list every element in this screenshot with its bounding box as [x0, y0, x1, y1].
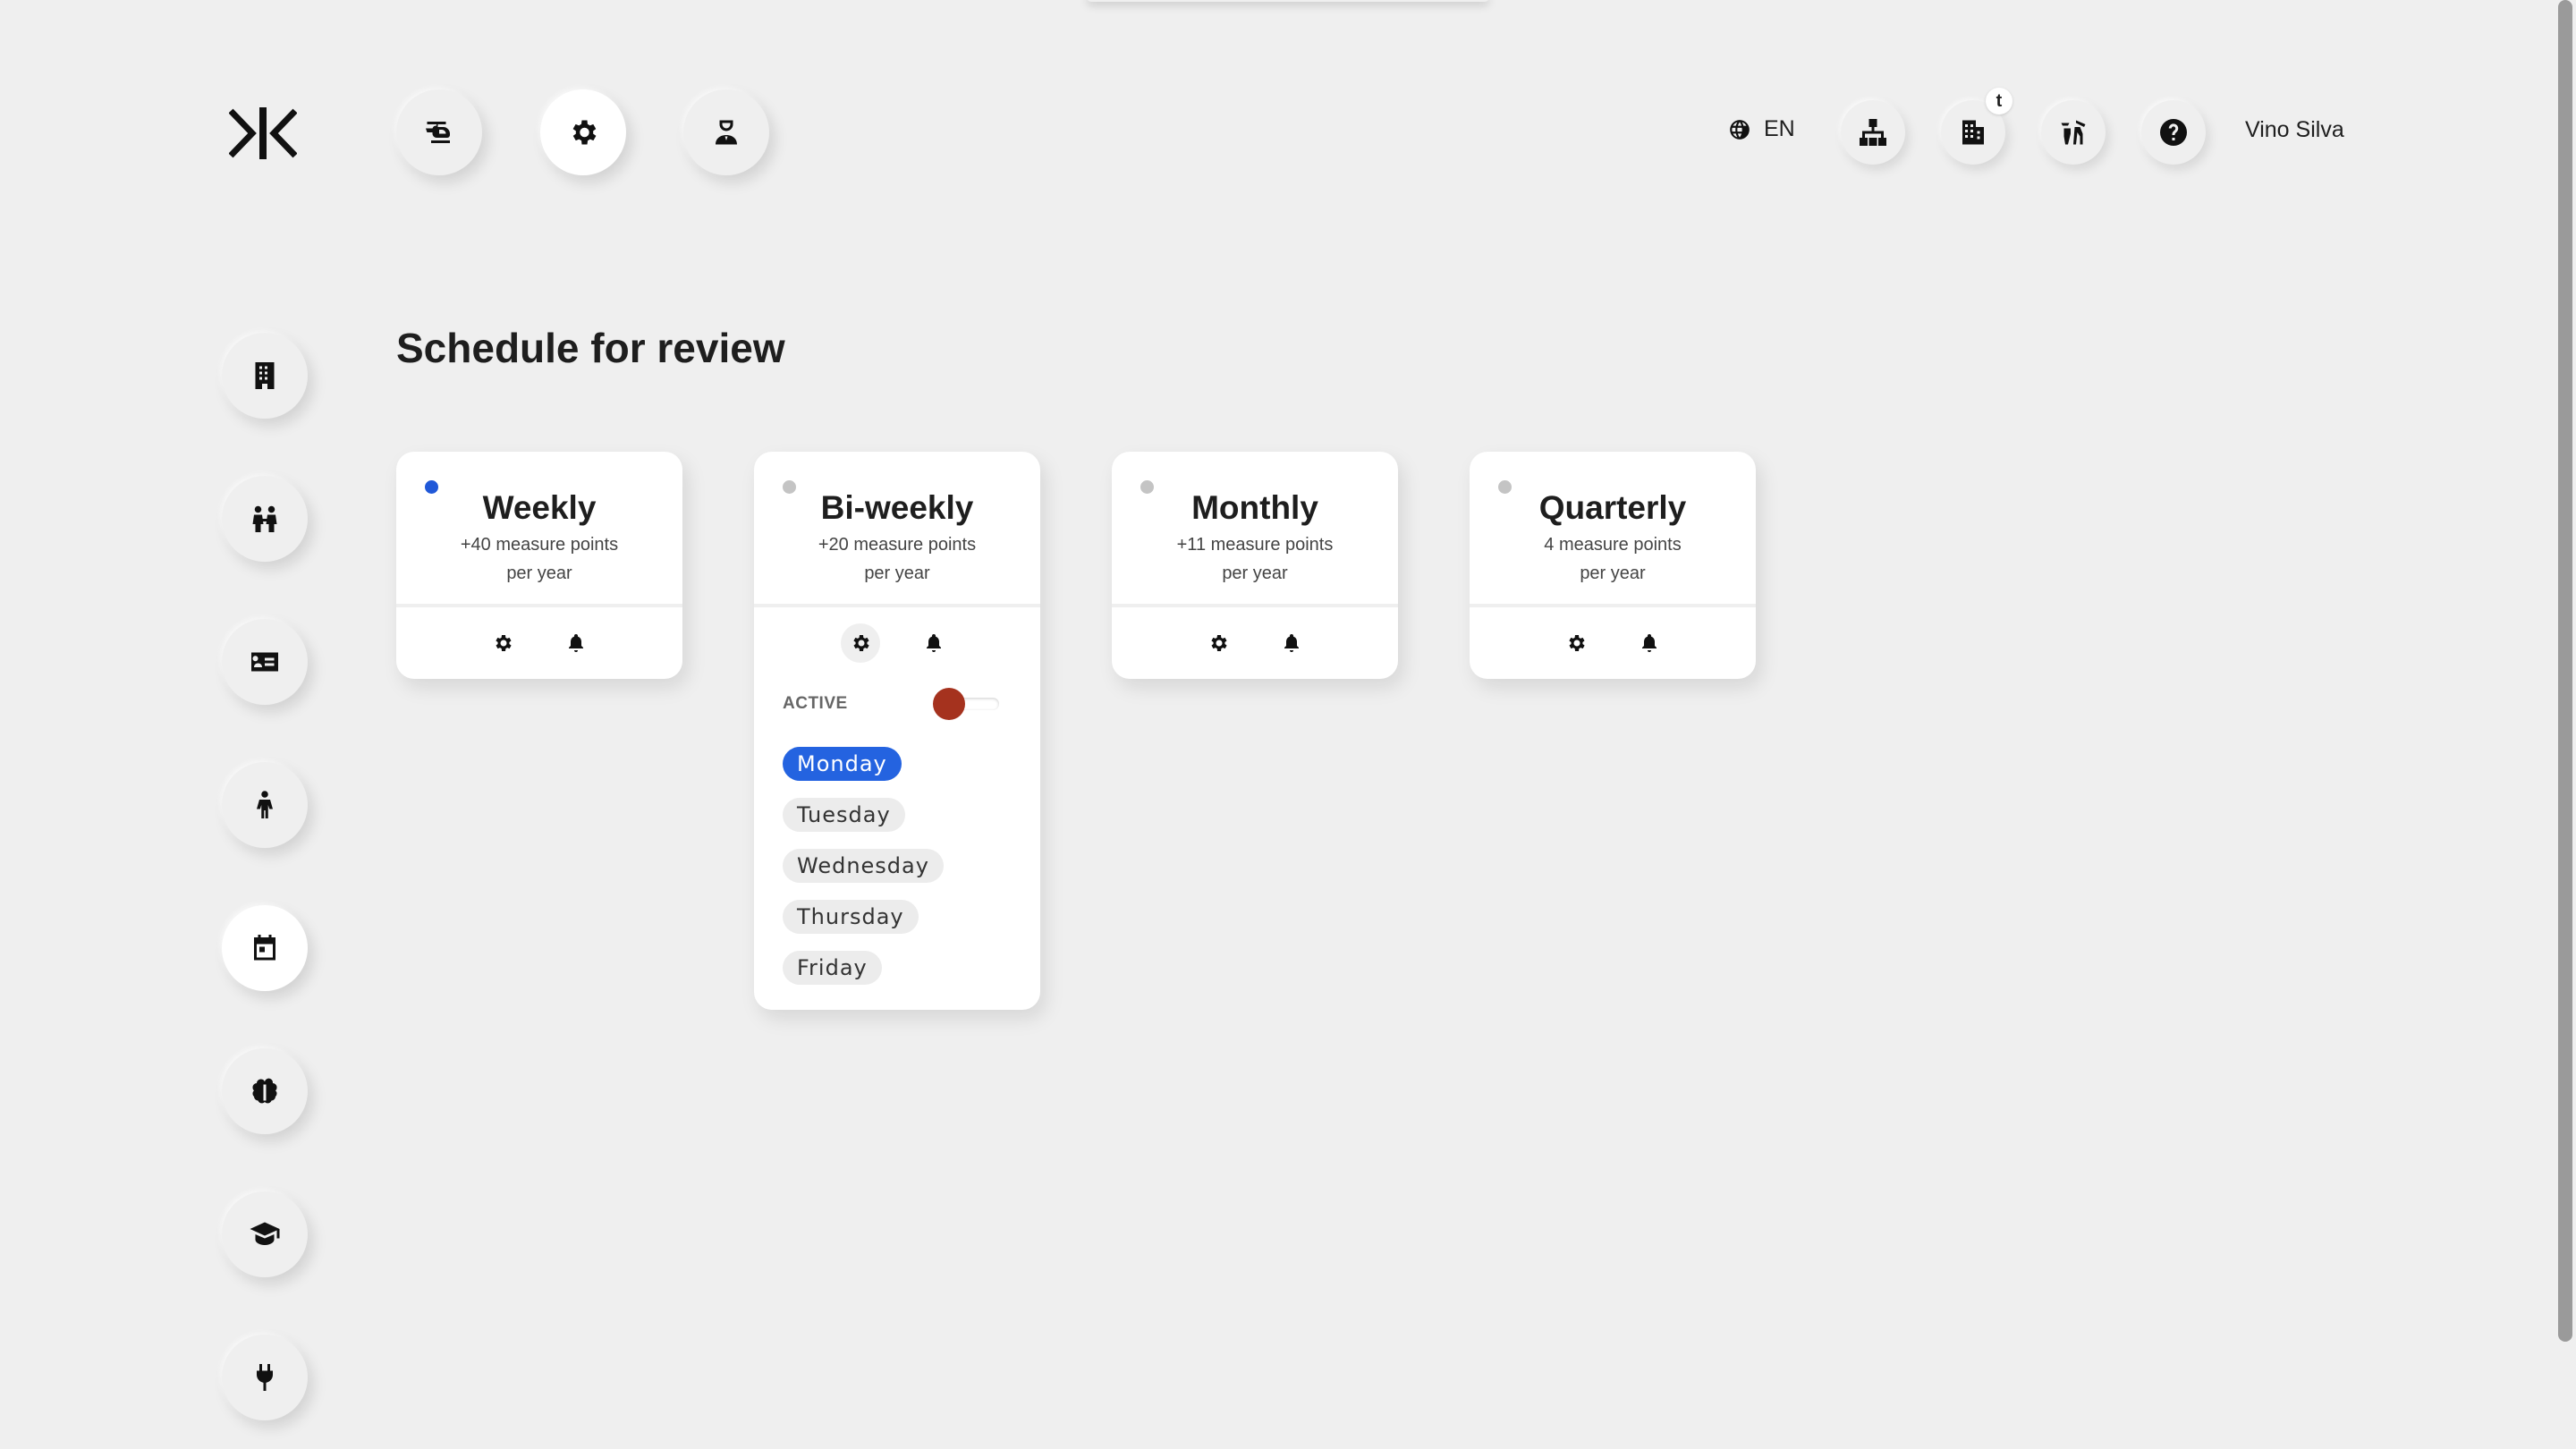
sidebar-item-buildings[interactable] — [222, 333, 308, 419]
day-chip-monday[interactable]: Monday — [783, 747, 902, 781]
active-label: ACTIVE — [783, 694, 848, 713]
org-chart-button[interactable] — [1841, 100, 1905, 165]
workers-icon — [2061, 120, 2086, 145]
card-header: Quarterly 4 measure points per year — [1470, 452, 1756, 607]
top-edge-panel — [1087, 0, 1489, 2]
card-period: per year — [864, 564, 930, 583]
help-button[interactable] — [2141, 100, 2206, 165]
card-header: Monthly +11 measure points per year — [1112, 452, 1398, 607]
people-icon — [252, 505, 277, 532]
app-logo[interactable] — [228, 106, 298, 161]
user-name-menu[interactable]: Vino Silva — [2245, 117, 2344, 143]
gear-icon — [1211, 635, 1227, 651]
sidebar-item-education[interactable] — [222, 1191, 308, 1277]
card-period: per year — [1222, 564, 1288, 583]
card-settings-button[interactable] — [483, 623, 522, 663]
card-title: Quarterly — [1538, 489, 1687, 526]
bell-icon — [569, 634, 583, 652]
globe-icon — [1730, 119, 1750, 140]
sitemap-icon — [1860, 119, 1886, 146]
question-circle-icon — [2160, 119, 2187, 146]
card-select-radio[interactable] — [783, 480, 796, 494]
day-chip-wednesday[interactable]: Wednesday — [783, 849, 944, 883]
active-setting-row: ACTIVE — [754, 682, 1040, 725]
gear-icon — [572, 120, 597, 145]
sidebar-item-integrations[interactable] — [222, 1335, 308, 1420]
bell-icon — [1284, 634, 1299, 652]
day-chip-tuesday[interactable]: Tuesday — [783, 798, 905, 832]
schedule-card-quarterly[interactable]: Quarterly 4 measure points per year — [1470, 452, 1756, 679]
sidebar-item-id-cards[interactable] — [222, 619, 308, 705]
language-label: EN — [1764, 116, 1795, 141]
scrollbar-thumb[interactable] — [2558, 0, 2572, 1342]
sidebar-item-brain[interactable] — [222, 1048, 308, 1134]
card-select-radio[interactable] — [1498, 480, 1512, 494]
card-header: Weekly +40 measure points per year — [396, 452, 682, 607]
card-settings-button[interactable] — [841, 623, 880, 663]
bell-icon — [1642, 634, 1657, 652]
gear-icon — [496, 635, 512, 651]
card-title: Monthly — [1191, 489, 1318, 526]
card-actions — [396, 607, 682, 679]
day-chip-thursday[interactable]: Thursday — [783, 900, 919, 934]
helicopter-icon — [426, 122, 450, 143]
toggle-knob — [933, 688, 965, 720]
id-card-icon — [251, 652, 278, 672]
sidebar-item-person[interactable] — [222, 762, 308, 848]
notification-badge: t — [1986, 88, 2012, 114]
card-measure-points: +40 measure points — [460, 535, 619, 555]
vertical-scrollbar[interactable] — [2555, 0, 2576, 1449]
card-measure-points: +20 measure points — [818, 535, 977, 555]
day-chip-friday[interactable]: Friday — [783, 951, 882, 985]
card-period: per year — [506, 564, 572, 583]
card-settings-button[interactable] — [1556, 623, 1596, 663]
nav-button-settings[interactable] — [540, 89, 626, 175]
card-select-radio[interactable] — [425, 480, 438, 494]
card-actions — [1470, 607, 1756, 679]
graduation-cap-icon — [250, 1222, 280, 1245]
card-select-radio[interactable] — [1140, 480, 1154, 494]
card-settings-button[interactable] — [1199, 623, 1238, 663]
schedule-card-biweekly[interactable]: Bi-weekly +20 measure points per year AC… — [754, 452, 1040, 1010]
nav-button-helicopter[interactable] — [396, 89, 482, 175]
card-notifications-button[interactable] — [556, 623, 596, 663]
active-toggle[interactable] — [933, 686, 1003, 722]
card-title: Bi-weekly — [820, 489, 974, 526]
card-measure-points: 4 measure points — [1544, 535, 1682, 555]
gear-icon — [1569, 635, 1585, 651]
language-selector[interactable]: EN — [1728, 116, 1795, 142]
person-icon — [257, 791, 273, 818]
card-title: Weekly — [482, 489, 597, 526]
logo-icon — [228, 107, 298, 159]
page-title: Schedule for review — [396, 325, 785, 371]
weekday-list: Monday Tuesday Wednesday Thursday Friday — [754, 725, 1040, 1010]
card-header: Bi-weekly +20 measure points per year — [754, 452, 1040, 607]
card-measure-points: +11 measure points — [1176, 535, 1334, 555]
building-icon — [255, 362, 275, 389]
calendar-icon — [254, 935, 275, 961]
schedule-card-monthly[interactable]: Monthly +11 measure points per year — [1112, 452, 1398, 679]
card-actions — [754, 607, 1040, 679]
brain-icon — [252, 1078, 277, 1104]
gear-icon — [853, 635, 869, 651]
card-notifications-button[interactable] — [1272, 623, 1311, 663]
sidebar-item-people[interactable] — [222, 476, 308, 562]
bell-icon — [927, 634, 941, 652]
city-icon — [1962, 120, 1984, 145]
card-period: per year — [1580, 564, 1646, 583]
nav-button-user[interactable] — [683, 89, 769, 175]
card-actions — [1112, 607, 1398, 679]
buildings-button[interactable]: t — [1941, 88, 2012, 165]
schedule-card-weekly[interactable]: Weekly +40 measure points per year — [396, 452, 682, 679]
sidebar-item-calendar[interactable] — [222, 905, 308, 991]
plug-icon — [257, 1364, 273, 1391]
user-icon — [716, 120, 737, 145]
workers-button[interactable] — [2041, 100, 2106, 165]
card-notifications-button[interactable] — [914, 623, 953, 663]
card-notifications-button[interactable] — [1630, 623, 1669, 663]
